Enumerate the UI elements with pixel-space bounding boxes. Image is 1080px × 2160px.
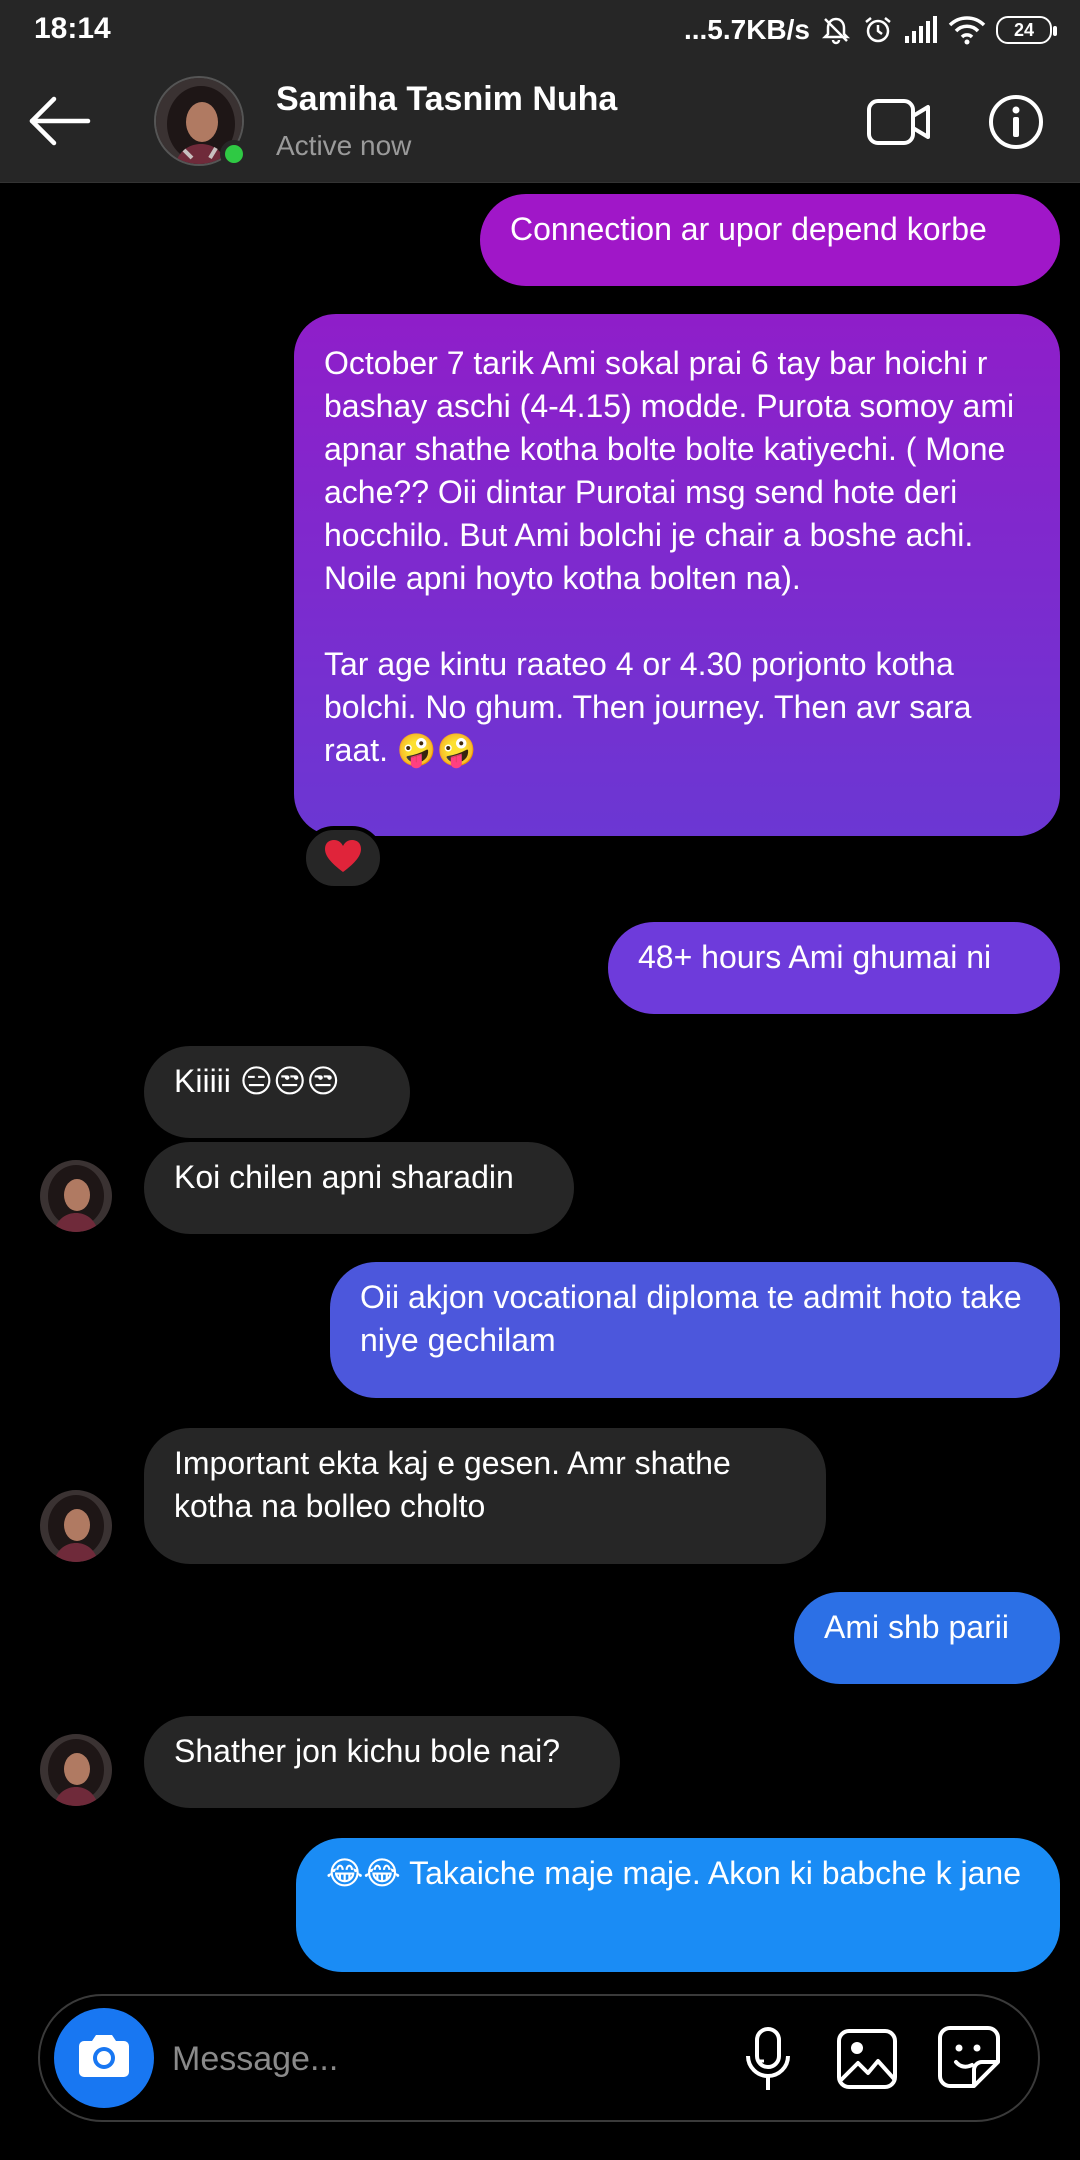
video-call-icon[interactable] [866, 96, 932, 148]
message-bubble-incoming[interactable]: Important ekta kaj e gesen. Amr shathe k… [144, 1428, 826, 1564]
network-speed: ...5.7KB/s [683, 14, 810, 45]
heart-icon [323, 838, 363, 879]
status-bar: 18:14 ...5.7KB/s 24 [0, 0, 1080, 60]
message-bubble-outgoing[interactable]: Connection ar upor depend korbe [480, 194, 1060, 286]
message-bubble-incoming[interactable]: Kiiiii 😑😒😒 [144, 1046, 410, 1138]
contact-status: Active now [276, 130, 412, 161]
online-indicator [220, 140, 248, 168]
contact-name[interactable]: Samiha Tasnim Nuha [276, 80, 617, 119]
message-bubble-outgoing[interactable]: October 7 tarik Ami sokal prai 6 tay bar… [294, 314, 1060, 836]
message-bubble-incoming[interactable]: Koi chilen apni sharadin [144, 1142, 574, 1234]
camera-icon [75, 2032, 133, 2085]
chat-header: Samiha Tasnim Nuha Active now [0, 60, 1080, 183]
microphone-icon[interactable] [740, 2026, 796, 2094]
message-bubble-outgoing[interactable]: Ami shb parii [794, 1592, 1060, 1684]
status-icons: ...5.7KB/s 24 [683, 10, 1057, 50]
message-bubble-outgoing[interactable]: 😂😂 Takaiche maje maje. Akon ki babche k … [296, 1838, 1060, 1972]
avatar[interactable] [40, 1160, 112, 1232]
gallery-icon[interactable] [836, 2028, 898, 2090]
avatar[interactable] [40, 1734, 112, 1806]
message-input[interactable] [170, 2026, 624, 2092]
alarm-icon [862, 14, 894, 46]
message-reaction[interactable] [302, 826, 384, 890]
avatar[interactable] [40, 1490, 112, 1562]
message-bubble-outgoing[interactable]: 48+ hours Ami ghumai ni [608, 922, 1060, 1014]
mute-icon [820, 14, 852, 46]
sticker-icon[interactable] [936, 2024, 1002, 2090]
message-composer [38, 1994, 1040, 2122]
message-bubble-outgoing[interactable]: Oii akjon vocational diploma te admit ho… [330, 1262, 1060, 1398]
message-bubble-incoming[interactable]: Shather jon kichu bole nai? [144, 1716, 620, 1808]
status-time: 18:14 [34, 12, 111, 45]
wifi-icon [948, 15, 986, 45]
back-arrow-icon[interactable] [28, 96, 92, 146]
info-icon[interactable] [988, 94, 1044, 150]
contact-avatar[interactable] [154, 76, 248, 168]
camera-button[interactable] [54, 2008, 154, 2108]
battery-indicator: 24 [996, 16, 1057, 44]
signal-icon [904, 16, 938, 44]
